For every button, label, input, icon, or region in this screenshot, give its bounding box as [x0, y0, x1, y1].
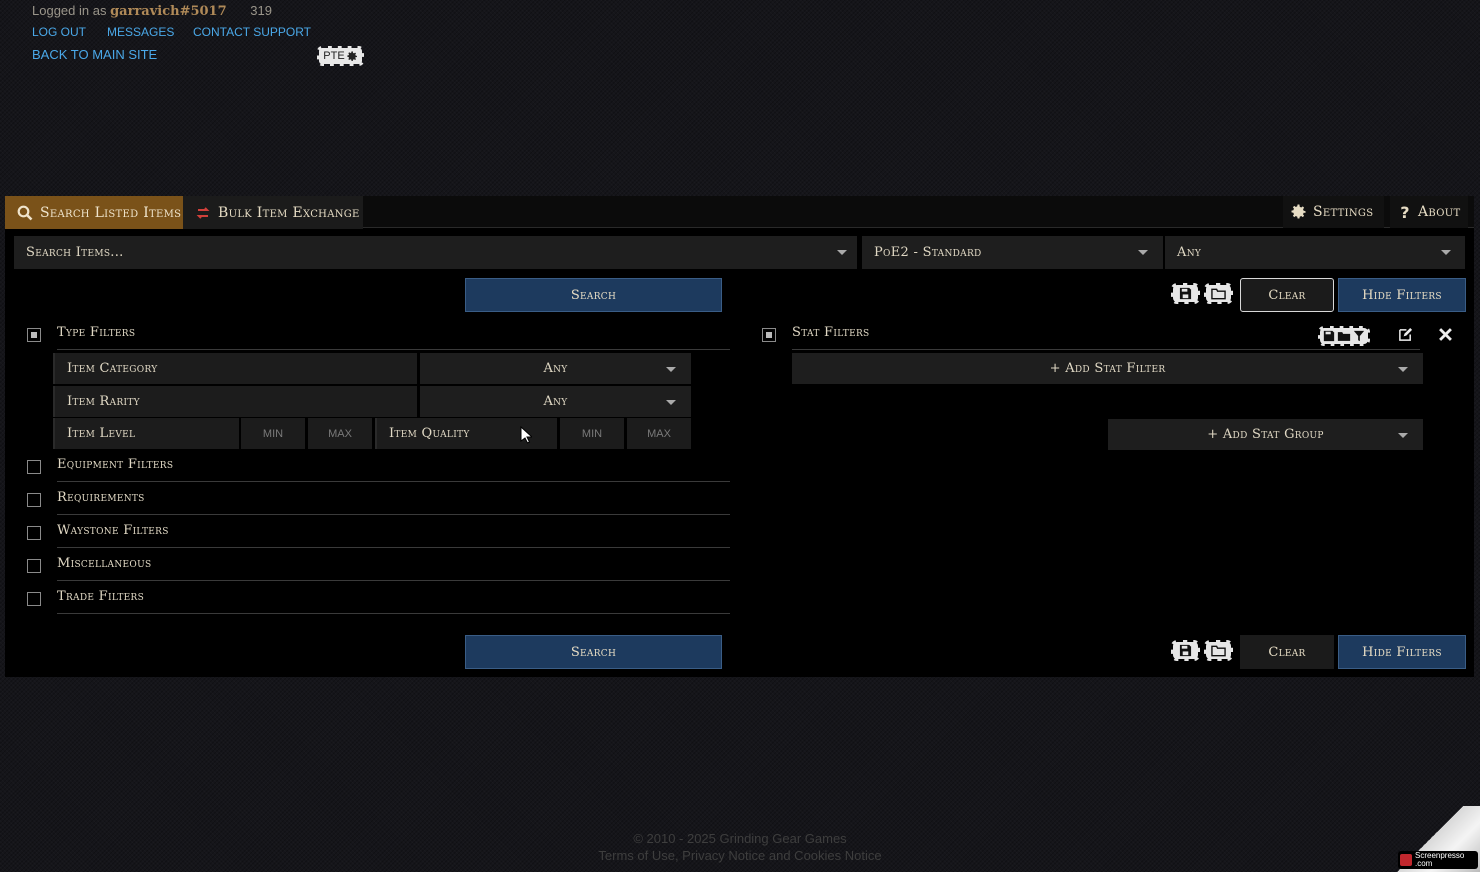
tab-label: Search Listed Items	[40, 204, 182, 221]
item-quality-min-input[interactable]: MIN	[560, 418, 624, 449]
miscellaneous-checkbox[interactable]	[27, 559, 41, 573]
item-rarity-select[interactable]: Any	[420, 386, 691, 417]
close-icon[interactable]	[1439, 328, 1452, 341]
divider	[792, 349, 1420, 350]
chevron-down-icon	[1441, 250, 1451, 255]
item-category-label: Item Category	[53, 353, 417, 384]
divider	[57, 514, 730, 515]
add-stat-filter-select[interactable]: + Add Stat Filter	[792, 353, 1423, 384]
waystone-filters-title[interactable]: Waystone Filters	[57, 523, 169, 538]
league-value: PoE2 - Standard	[874, 245, 982, 260]
stat-filters-checkbox[interactable]	[762, 328, 776, 342]
search-items-input[interactable]: Search Items...	[14, 236, 857, 269]
tab-label: Bulk Item Exchange	[218, 204, 360, 221]
search-button[interactable]: Search	[465, 278, 722, 312]
equipment-filters-checkbox[interactable]	[27, 460, 41, 474]
contact-support-link[interactable]: CONTACT SUPPORT	[193, 25, 311, 39]
folder-icon	[1211, 645, 1226, 656]
save-icon	[1179, 287, 1192, 300]
item-rarity-label: Item Rarity	[53, 386, 417, 417]
chevron-down-icon	[1138, 250, 1148, 255]
screenpresso-badge: Screenpresso .com	[1398, 851, 1478, 869]
item-rarity-value: Any	[543, 394, 568, 409]
trade-filters-checkbox[interactable]	[27, 592, 41, 606]
chevron-down-icon	[666, 400, 676, 405]
tab-bulk-item-exchange[interactable]: Bulk Item Exchange	[183, 196, 363, 229]
settings-label: Settings	[1313, 204, 1374, 220]
item-category-value: Any	[543, 361, 568, 376]
item-level-max-input[interactable]: MAX	[308, 418, 372, 449]
pte-toggle[interactable]: PTE	[317, 46, 364, 66]
status-value: Any	[1177, 245, 1202, 260]
exchange-icon	[196, 206, 210, 219]
divider	[57, 349, 730, 350]
divider	[57, 613, 730, 614]
terms-link[interactable]: Terms of Use, Privacy Notice and Cookies…	[0, 848, 1480, 863]
item-level-min-input[interactable]: MIN	[241, 418, 305, 449]
mouse-cursor	[520, 426, 532, 444]
divider	[57, 547, 730, 548]
add-stat-filter-label: + Add Stat Filter	[1049, 361, 1166, 376]
copyright-text: © 2010 - 2025 Grinding Gear Games	[633, 831, 847, 846]
save-icon	[1179, 644, 1192, 657]
item-category-select[interactable]: Any	[420, 353, 691, 384]
search-placeholder: Search Items...	[26, 245, 124, 260]
waystone-filters-checkbox[interactable]	[27, 526, 41, 540]
tab-search-listed-items[interactable]: Search Listed Items	[5, 196, 183, 229]
gear-icon	[347, 50, 357, 61]
requirements-checkbox[interactable]	[27, 493, 41, 507]
watermark-text: Screenpresso .com	[1415, 851, 1465, 868]
help-icon: ?	[1400, 202, 1410, 222]
divider	[57, 580, 730, 581]
save-search-button[interactable]	[1171, 283, 1200, 304]
type-filters-title[interactable]: Type Filters	[57, 325, 135, 340]
chevron-down-icon	[1398, 433, 1408, 438]
stat-filters-title[interactable]: Stat Filters	[792, 325, 870, 340]
chevron-down-icon	[837, 250, 847, 255]
pte-label: PTE	[323, 50, 345, 62]
miscellaneous-title[interactable]: Miscellaneous	[57, 556, 151, 571]
gear-icon	[1291, 204, 1306, 219]
about-label: About	[1418, 204, 1461, 220]
messages-link[interactable]: MESSAGES	[107, 25, 174, 39]
add-stat-group-label: + Add Stat Group	[1207, 427, 1324, 442]
chevron-down-icon	[666, 367, 676, 372]
item-level-label: Item Level	[53, 418, 239, 449]
stat-group-toolbar	[1318, 326, 1370, 346]
username[interactable]: garravich#5017	[110, 4, 227, 19]
filter-icon[interactable]	[1353, 330, 1365, 342]
clear-button[interactable]: Clear	[1240, 278, 1334, 312]
divider	[57, 481, 730, 482]
item-quality-max-input[interactable]: MAX	[627, 418, 691, 449]
clear-button-bottom[interactable]: Clear	[1240, 635, 1334, 669]
type-filters-checkbox[interactable]	[27, 328, 41, 342]
add-stat-group-select[interactable]: + Add Stat Group	[1108, 419, 1423, 450]
league-select[interactable]: PoE2 - Standard	[862, 236, 1163, 269]
login-status: Logged in as garravich#5017 319	[32, 3, 272, 19]
status-select[interactable]: Any	[1165, 236, 1465, 269]
load-search-button[interactable]	[1204, 283, 1233, 304]
logout-link[interactable]: LOG OUT	[32, 25, 86, 39]
back-to-main-site-link[interactable]: BACK TO MAIN SITE	[32, 47, 157, 62]
search-button-bottom[interactable]: Search	[465, 635, 722, 669]
folder-icon	[1211, 288, 1226, 299]
requirements-title[interactable]: Requirements	[57, 490, 145, 505]
equipment-filters-title[interactable]: Equipment Filters	[57, 457, 173, 472]
save-search-button-bottom[interactable]	[1171, 640, 1200, 661]
chevron-down-icon	[1398, 367, 1408, 372]
screenpresso-logo-icon	[1400, 854, 1412, 866]
trade-panel: Search Listed Items Bulk Item Exchange S…	[5, 196, 1474, 677]
tab-settings[interactable]: Settings	[1283, 196, 1384, 228]
points-count: 319	[250, 3, 272, 18]
load-search-button-bottom[interactable]	[1204, 640, 1233, 661]
save-icon[interactable]	[1323, 330, 1335, 342]
hide-filters-button[interactable]: Hide Filters	[1338, 278, 1466, 312]
edit-icon[interactable]	[1398, 327, 1413, 342]
trade-filters-title[interactable]: Trade Filters	[57, 589, 144, 604]
logged-in-prefix: Logged in as	[32, 3, 107, 18]
tab-about[interactable]: ? About	[1390, 196, 1468, 228]
search-icon	[17, 205, 33, 220]
hide-filters-button-bottom[interactable]: Hide Filters	[1338, 635, 1466, 669]
folder-icon[interactable]	[1337, 331, 1351, 342]
